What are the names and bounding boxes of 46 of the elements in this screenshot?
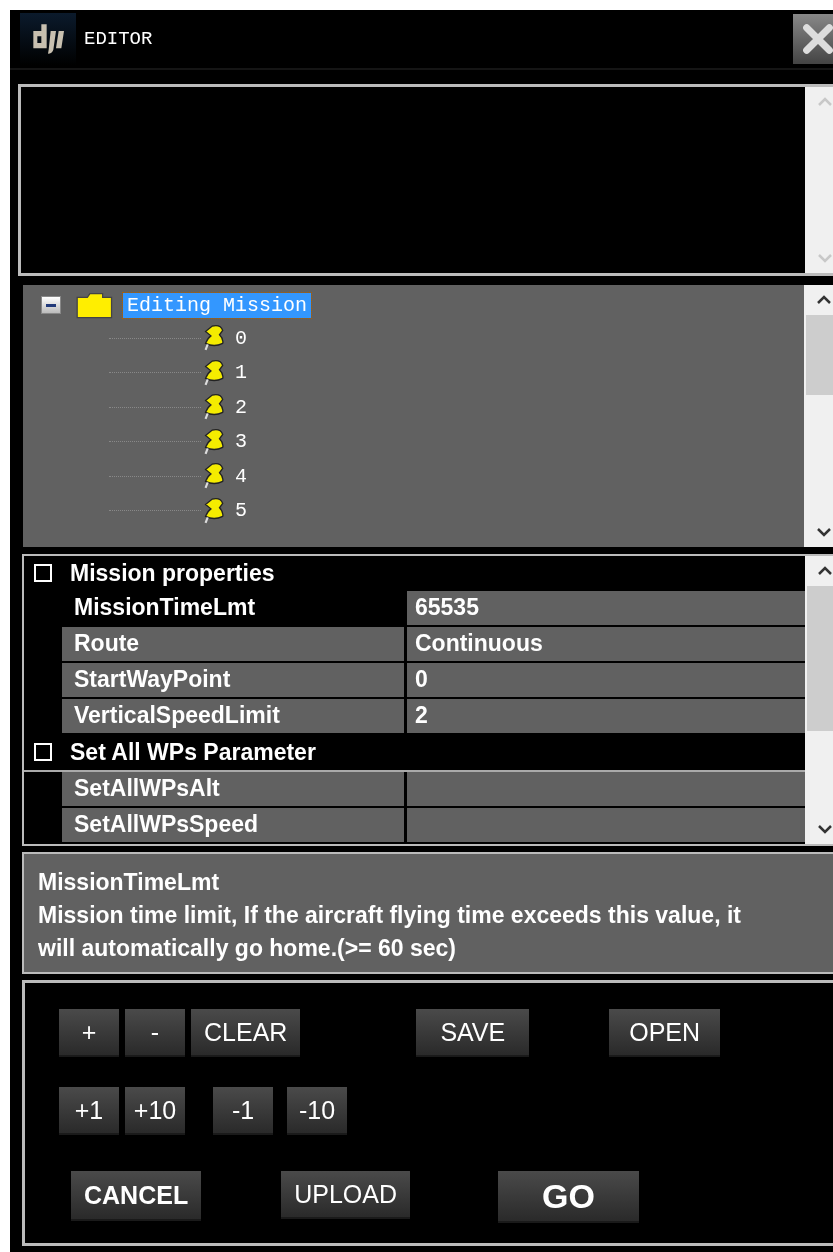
button[interactable]: UPLOAD bbox=[281, 1171, 410, 1219]
tree-item[interactable]: 4 bbox=[231, 463, 251, 489]
property-name[interactable]: SetAllWPsAlt bbox=[62, 771, 407, 806]
description-title: MissionTimeLmt bbox=[38, 868, 221, 897]
property-name[interactable]: VerticalSpeedLimit bbox=[62, 699, 407, 733]
scroll-up-icon[interactable] bbox=[817, 566, 833, 576]
scroll-down-icon[interactable] bbox=[816, 527, 832, 537]
tree-item[interactable]: 3 bbox=[231, 429, 251, 455]
button[interactable]: - bbox=[125, 1009, 185, 1057]
property-value[interactable]: 0 bbox=[407, 663, 805, 697]
window-title: EDITOR bbox=[84, 28, 154, 50]
button[interactable]: GO bbox=[498, 1171, 639, 1223]
scroll-up-icon[interactable] bbox=[816, 295, 832, 305]
property-value[interactable] bbox=[407, 807, 805, 842]
scrollbar[interactable] bbox=[805, 556, 833, 844]
property-name[interactable]: Route bbox=[62, 627, 407, 661]
scroll-down-icon[interactable] bbox=[817, 824, 833, 834]
close-button[interactable] bbox=[793, 14, 833, 64]
property-value[interactable]: 2 bbox=[407, 699, 805, 733]
category-label: Mission properties bbox=[70, 560, 275, 587]
button[interactable]: CANCEL bbox=[71, 1171, 202, 1221]
folder-icon bbox=[75, 291, 115, 319]
button[interactable]: SAVE bbox=[416, 1009, 530, 1057]
description-text: Mission time limit, If the aircraft flying time exceeds this value, it will automatically go home.(>= 60 sec) bbox=[38, 901, 742, 963]
button[interactable]: +1 bbox=[59, 1087, 119, 1135]
category-label: Set All WPs Parameter bbox=[70, 738, 316, 766]
button[interactable]: + bbox=[59, 1009, 119, 1057]
property-value[interactable]: 65535 bbox=[407, 591, 805, 625]
button[interactable]: -1 bbox=[213, 1087, 273, 1135]
property-value[interactable] bbox=[407, 771, 805, 806]
checkbox-icon[interactable] bbox=[34, 564, 52, 583]
button[interactable]: -10 bbox=[287, 1087, 347, 1135]
property-name[interactable]: StartWayPoint bbox=[62, 663, 407, 697]
button[interactable]: CLEAR bbox=[191, 1009, 301, 1057]
property-value[interactable]: Continuous bbox=[407, 627, 805, 661]
property-name[interactable]: SetAllWPsSpeed bbox=[62, 807, 407, 842]
close-icon bbox=[801, 22, 833, 56]
collapse-icon[interactable] bbox=[41, 296, 61, 314]
checkbox-icon[interactable] bbox=[34, 743, 52, 762]
tree-item[interactable]: 5 bbox=[231, 498, 251, 524]
tree-item[interactable]: 2 bbox=[231, 394, 251, 420]
tree-item[interactable]: 0 bbox=[231, 325, 251, 351]
button[interactable]: +10 bbox=[125, 1087, 185, 1135]
scrollbar[interactable] bbox=[804, 285, 833, 547]
tree-item[interactable]: 1 bbox=[231, 360, 251, 386]
button[interactable]: OPEN bbox=[609, 1009, 721, 1057]
